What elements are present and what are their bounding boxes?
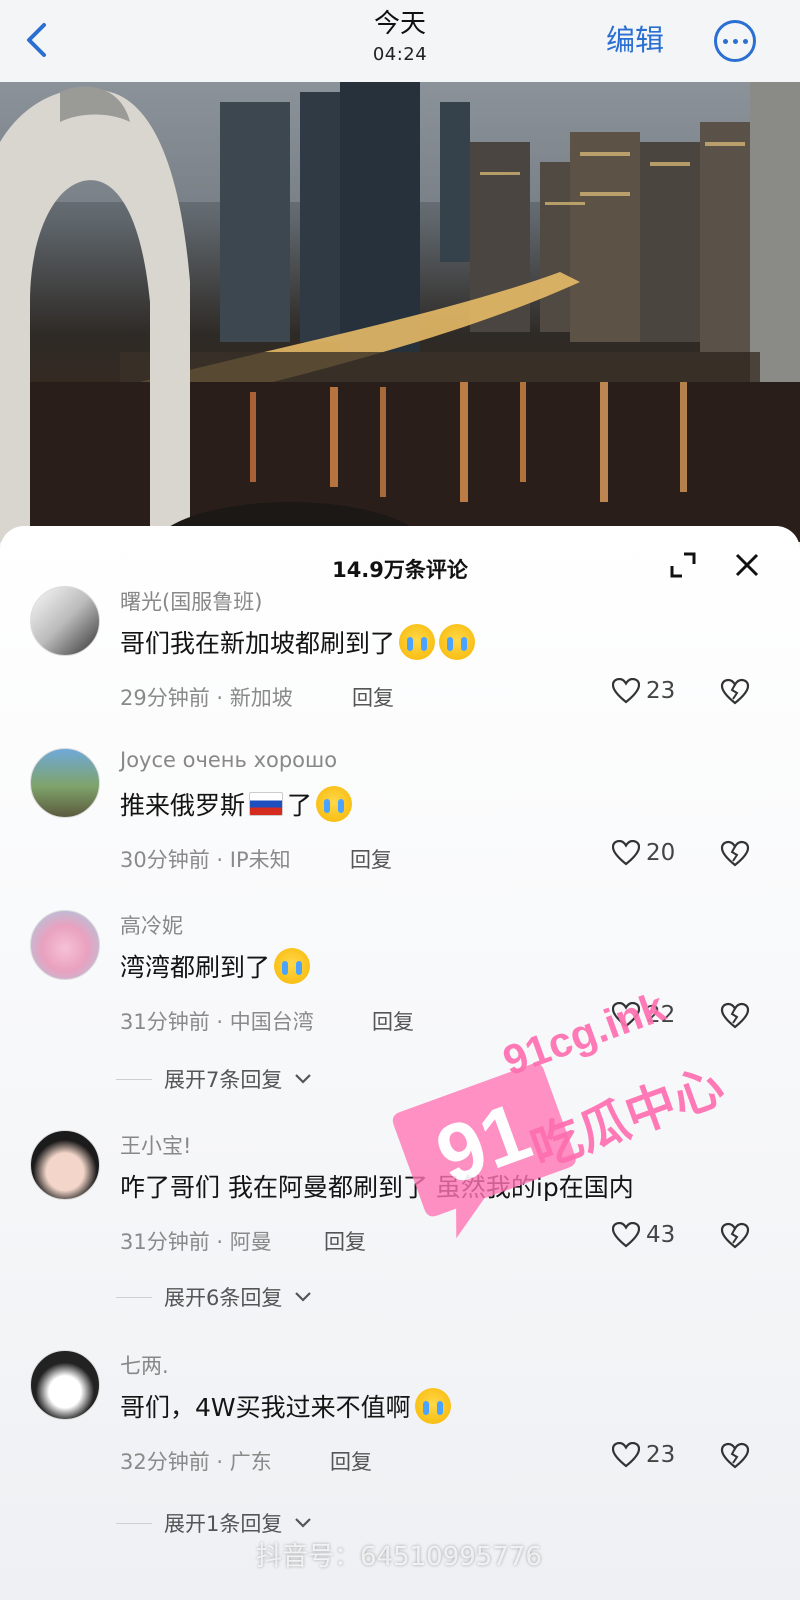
comment-location: 阿曼 — [229, 1230, 272, 1254]
comment-time: 30分钟前 — [120, 848, 210, 872]
comment-text-suffix: 了 — [287, 791, 313, 820]
comment-text: 湾湾都刷到了 — [120, 953, 271, 982]
crying-emoji-icon — [414, 1388, 451, 1424]
heart-icon — [612, 678, 640, 704]
video-photo — [0, 82, 800, 542]
chevron-down-icon — [295, 1292, 312, 1302]
more-icon — [722, 38, 728, 44]
expand-replies-button[interactable]: 展开1条回复 — [116, 1508, 312, 1538]
comment-text-row: 湾湾都刷到了 — [120, 948, 311, 984]
like-count: 23 — [646, 678, 676, 704]
divider — [116, 1296, 152, 1298]
comment-username[interactable]: 王小宝! — [120, 1130, 191, 1160]
expand-replies-label: 展开6条回复 — [164, 1286, 283, 1310]
city-night-scene-image — [0, 82, 800, 542]
comment-meta: 32分钟前 · 广东 — [120, 1450, 272, 1474]
comment-meta: 31分钟前 · 中国台湾 — [120, 1010, 314, 1034]
comment-text-row: 哥们我在新加坡都刷到了 — [120, 624, 476, 660]
broken-heart-icon — [720, 840, 750, 867]
reply-button[interactable]: 回复 — [352, 682, 394, 712]
broken-heart-icon — [720, 1442, 750, 1469]
like-count: 43 — [646, 1222, 676, 1248]
expand-icon — [670, 552, 696, 578]
top-navigation-bar: 今天 04:24 编辑 — [0, 0, 800, 82]
comment-location: 新加坡 — [229, 686, 293, 710]
crying-emoji-icon — [439, 624, 476, 660]
comment-username[interactable]: 曙光(国服鲁班) — [120, 586, 262, 616]
page-time: 04:24 — [372, 44, 428, 65]
dislike-button[interactable] — [720, 1002, 750, 1032]
reply-button[interactable]: 回复 — [372, 1006, 414, 1036]
like-button[interactable]: 43 — [612, 1222, 675, 1248]
comment-username[interactable]: 七两. — [120, 1350, 169, 1380]
comment-text-row: 推来俄罗斯 了 — [120, 786, 353, 822]
comment-meta: 29分钟前 · 新加坡 — [120, 686, 293, 710]
divider — [116, 1522, 152, 1524]
comment-time: 29分钟前 — [120, 686, 210, 710]
avatar[interactable] — [30, 748, 100, 818]
laughing-crying-emoji-icon — [274, 948, 311, 984]
comment-time: 31分钟前 — [120, 1230, 210, 1254]
comment-text: 推来俄罗斯 — [120, 791, 246, 820]
comment-location: 中国台湾 — [229, 1010, 314, 1034]
heart-icon — [612, 1222, 640, 1248]
back-button[interactable] — [18, 20, 54, 60]
more-button[interactable] — [714, 20, 756, 62]
comment-username[interactable]: 高冷妮 — [120, 910, 183, 940]
like-count: 23 — [646, 1442, 676, 1468]
comment-meta: 31分钟前 · 阿曼 — [120, 1230, 272, 1254]
chevron-down-icon — [295, 1074, 312, 1084]
broken-heart-icon — [720, 678, 750, 705]
expand-replies-label: 展开7条回复 — [164, 1068, 283, 1092]
avatar[interactable] — [30, 1350, 100, 1420]
comment-username[interactable]: Joyce очень хорошо — [120, 748, 337, 772]
dislike-button[interactable] — [720, 1222, 750, 1252]
expand-replies-button[interactable]: 展开6条回复 — [116, 1282, 312, 1312]
like-count: 20 — [646, 840, 676, 866]
comment-location: IP未知 — [229, 848, 291, 872]
page-title: 今天 — [373, 9, 426, 39]
expand-replies-button[interactable]: 展开7条回复 — [116, 1064, 312, 1094]
dislike-button[interactable] — [720, 678, 750, 708]
reply-button[interactable]: 回复 — [350, 844, 392, 874]
close-icon — [735, 553, 759, 577]
comment-time: 32分钟前 — [120, 1450, 210, 1474]
reply-button[interactable]: 回复 — [324, 1226, 366, 1256]
expand-button[interactable] — [668, 550, 698, 580]
edit-button[interactable]: 编辑 — [606, 22, 664, 58]
like-button[interactable]: 23 — [612, 1442, 675, 1468]
like-button[interactable]: 23 — [612, 678, 675, 704]
watermark-account-id: 抖音号：64510995776 — [256, 1542, 542, 1572]
close-button[interactable] — [732, 550, 762, 580]
comment-text-row: 哥们，4W买我过来不值啊 — [120, 1388, 451, 1424]
chevron-left-icon — [27, 23, 46, 57]
like-button[interactable]: 20 — [612, 840, 675, 866]
broken-heart-icon — [720, 1002, 750, 1029]
russia-flag-icon — [249, 792, 284, 816]
expand-replies-label: 展开1条回复 — [164, 1512, 283, 1536]
avatar[interactable] — [30, 1130, 100, 1200]
crying-emoji-icon — [316, 786, 353, 822]
comment-location: 广东 — [229, 1450, 272, 1474]
comment-count-title: 14.9万条评论 — [332, 558, 468, 582]
heart-icon — [612, 840, 640, 866]
chevron-down-icon — [295, 1518, 312, 1528]
heart-icon — [612, 1442, 640, 1468]
dislike-button[interactable] — [720, 840, 750, 870]
comment-text: 哥们我在新加坡都刷到了 — [120, 629, 396, 658]
comment-time: 31分钟前 — [120, 1010, 210, 1034]
broken-heart-icon — [720, 1222, 750, 1249]
comment-text: 哥们，4W买我过来不值啊 — [120, 1393, 411, 1422]
reply-button[interactable]: 回复 — [330, 1446, 372, 1476]
divider — [116, 1078, 152, 1080]
crying-emoji-icon — [399, 624, 436, 660]
avatar[interactable] — [30, 586, 100, 656]
comment-meta: 30分钟前 · IP未知 — [120, 848, 291, 872]
dislike-button[interactable] — [720, 1442, 750, 1472]
avatar[interactable] — [30, 910, 100, 980]
